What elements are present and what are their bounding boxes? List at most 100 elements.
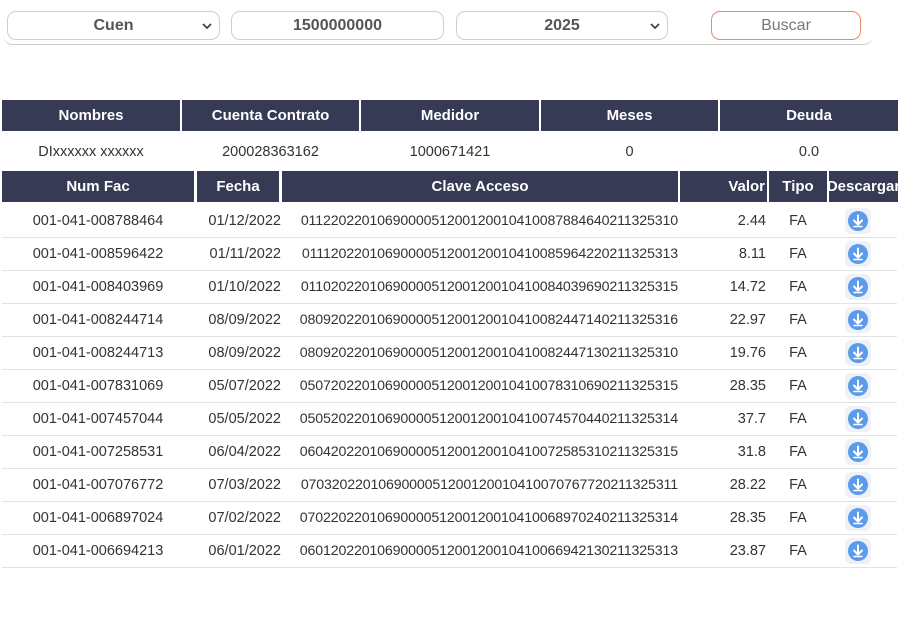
search-button-label: Buscar <box>761 16 811 34</box>
download-button[interactable] <box>845 340 871 366</box>
invoice-clave-acceso: 0703202201069000051200120010410070767720… <box>300 477 678 493</box>
invoice-valor: 22.97 <box>729 312 766 328</box>
download-button[interactable] <box>845 307 871 333</box>
invoice-clave-acceso: 0702202201069000051200120010410068970240… <box>299 510 678 526</box>
invoice-valor: 28.22 <box>729 477 766 493</box>
invoice-tipo: FA <box>789 345 807 361</box>
invoice-clave-acceso: 0111202201069000051200120010410085964220… <box>301 246 678 262</box>
invoice-num-fac: 001-041-007076772 <box>32 477 164 493</box>
invoice-num-fac: 001-041-008596422 <box>32 246 164 262</box>
invoice-num-fac: 001-041-007258531 <box>32 444 164 460</box>
header-deuda: Deuda <box>720 100 898 131</box>
download-circle-icon <box>848 442 868 462</box>
download-button[interactable] <box>845 505 871 531</box>
invoice-tipo: FA <box>789 444 807 460</box>
download-button[interactable] <box>845 406 871 432</box>
download-button[interactable] <box>845 439 871 465</box>
invoice-num-fac: 001-041-008244713 <box>32 345 164 361</box>
invoice-num-fac: 001-041-007457044 <box>32 411 164 427</box>
invoice-valor: 31.8 <box>737 444 766 460</box>
invoice-valor: 19.76 <box>729 345 766 361</box>
invoice-clave-acceso: 0110202201069000051200120010410084039690… <box>300 279 678 295</box>
invoice-tipo: FA <box>789 543 807 559</box>
invoice-tipo: FA <box>789 213 807 229</box>
invoice-valor: 28.35 <box>729 378 766 394</box>
invoice-clave-acceso: 0809202201069000051200120010410082447140… <box>299 312 678 328</box>
download-circle-icon <box>848 277 868 297</box>
chevron-down-icon <box>650 23 660 30</box>
invoice-fecha: 08/09/2022 <box>208 345 281 361</box>
download-button[interactable] <box>845 274 871 300</box>
download-circle-icon <box>848 343 868 363</box>
chevron-down-icon <box>202 23 212 30</box>
invoice-num-fac: 001-041-006897024 <box>32 510 164 526</box>
header-valor: Valor <box>680 171 767 202</box>
download-button[interactable] <box>845 472 871 498</box>
download-circle-icon <box>848 211 868 231</box>
invoice-fecha: 08/09/2022 <box>208 312 281 328</box>
account-number-value: 1500000000 <box>293 16 382 34</box>
download-button[interactable] <box>845 538 871 564</box>
summary-medidor: 1000671421 <box>409 144 491 160</box>
invoice-clave-acceso: 0112202201069000051200120010410087884640… <box>300 213 678 229</box>
invoice-fecha: 07/03/2022 <box>208 477 281 493</box>
invoice-valor: 37.7 <box>737 411 766 427</box>
download-circle-icon <box>848 475 868 495</box>
search-type-select[interactable]: Cuen <box>7 11 220 40</box>
invoice-fecha: 05/05/2022 <box>208 411 281 427</box>
invoice-num-fac: 001-041-008788464 <box>32 213 164 229</box>
invoice-fecha: 01/12/2022 <box>208 213 281 229</box>
header-nombres: Nombres <box>2 100 180 131</box>
invoice-num-fac: 001-041-007831069 <box>32 378 164 394</box>
invoice-fecha: 07/02/2022 <box>208 510 281 526</box>
year-value: 2025 <box>544 16 580 34</box>
invoice-clave-acceso: 0604202201069000051200120010410072585310… <box>299 444 678 460</box>
search-type-value: Cuen <box>93 16 134 34</box>
invoice-tipo: FA <box>789 378 807 394</box>
summary-cuenta-contrato: 200028363162 <box>222 144 319 160</box>
download-button[interactable] <box>845 241 871 267</box>
download-circle-icon <box>848 376 868 396</box>
invoice-clave-acceso: 0505202201069000051200120010410074570440… <box>299 411 678 427</box>
invoice-fecha: 06/01/2022 <box>208 543 281 559</box>
invoice-valor: 8.11 <box>738 246 766 262</box>
row-divider <box>2 567 897 568</box>
header-clave-acceso: Clave Acceso <box>282 171 678 202</box>
invoice-tipo: FA <box>789 411 807 427</box>
invoice-fecha: 01/10/2022 <box>208 279 281 295</box>
download-circle-icon <box>848 508 868 528</box>
invoice-clave-acceso: 0601202201069000051200120010410066942130… <box>299 543 678 559</box>
download-button[interactable] <box>845 373 871 399</box>
invoice-num-fac: 001-041-008244714 <box>32 312 164 328</box>
header-descargar: Descargar <box>829 171 898 202</box>
header-cuenta-contrato: Cuenta Contrato <box>182 100 359 131</box>
invoice-num-fac: 001-041-008403969 <box>32 279 164 295</box>
search-bar: Cuen 1500000000 2025 Buscar <box>3 8 873 45</box>
invoice-fecha: 01/11/2022 <box>209 246 282 262</box>
invoice-fecha: 05/07/2022 <box>208 378 281 394</box>
invoice-tipo: FA <box>789 312 807 328</box>
header-fecha: Fecha <box>197 171 279 202</box>
invoice-clave-acceso: 0507202201069000051200120010410078310690… <box>299 378 678 394</box>
invoice-fecha: 06/04/2022 <box>208 444 281 460</box>
invoice-num-fac: 001-041-006694213 <box>32 543 164 559</box>
summary-nombres: DIxxxxxx xxxxxx <box>38 144 144 160</box>
header-num-fac: Num Fac <box>2 171 194 202</box>
header-meses: Meses <box>541 100 718 131</box>
invoice-valor: 28.35 <box>729 510 766 526</box>
invoice-valor: 2.44 <box>737 213 766 229</box>
year-select[interactable]: 2025 <box>456 11 668 40</box>
account-number-input[interactable]: 1500000000 <box>231 11 444 40</box>
search-button[interactable]: Buscar <box>711 11 861 40</box>
download-circle-icon <box>848 310 868 330</box>
download-circle-icon <box>848 541 868 561</box>
invoice-valor: 14.72 <box>729 279 766 295</box>
download-button[interactable] <box>845 208 871 234</box>
invoice-clave-acceso: 0809202201069000051200120010410082447130… <box>299 345 678 361</box>
download-circle-icon <box>848 244 868 264</box>
invoice-tipo: FA <box>789 477 807 493</box>
invoice-tipo: FA <box>789 246 807 262</box>
invoice-valor: 23.87 <box>729 543 766 559</box>
header-medidor: Medidor <box>361 100 539 131</box>
invoice-tipo: FA <box>789 510 807 526</box>
